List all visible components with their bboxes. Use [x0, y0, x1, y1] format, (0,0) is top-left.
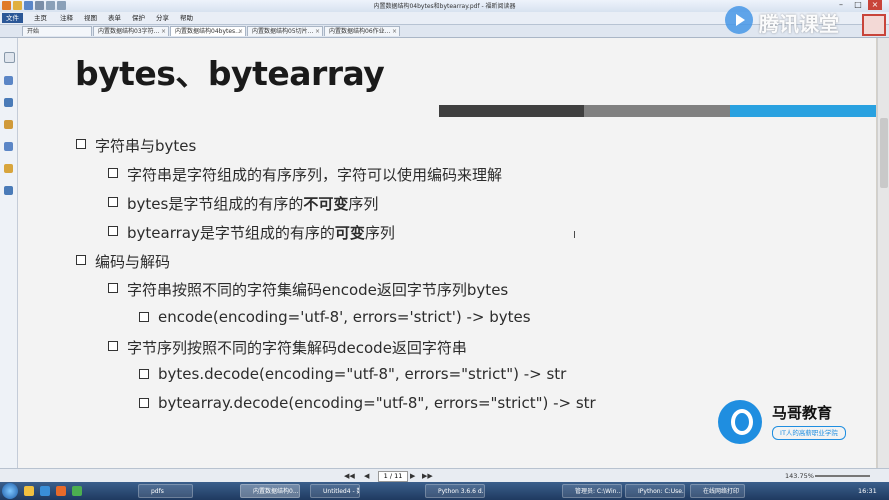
bullet-text: 字节序列按照不同的字符集解码decode返回字符串 [127, 339, 467, 357]
logo-name: 马哥教育 [772, 404, 833, 422]
taskbar-item[interactable]: 在线网络打印 [690, 484, 745, 498]
menu-file[interactable]: 文件 [2, 13, 23, 23]
text-cursor-icon: I [573, 230, 576, 241]
bullet-line: bytes.decode(encoding="utf-8", errors="s… [138, 365, 567, 383]
signature-icon[interactable] [4, 186, 13, 195]
title-bar-dark [439, 105, 584, 117]
attachment-icon[interactable] [4, 142, 13, 151]
bullet-text: 序列 [364, 224, 395, 242]
bullet-line: 字节序列按照不同的字符集解码decode返回字符串 [108, 337, 467, 358]
tab-label: 开始 [27, 28, 40, 35]
status-bar: ◀◀ ◀ 1 / 11 ▶ ▶▶ 143.75% [0, 468, 889, 483]
zoom-slider[interactable] [815, 475, 870, 477]
bullet-text: 序列 [348, 195, 379, 213]
title-bar-gray [584, 105, 730, 117]
bullet-text: bytes.decode(encoding="utf-8", errors="s… [158, 365, 567, 383]
page-thumbnail-icon[interactable] [4, 52, 15, 63]
menu-comment[interactable]: 注释 [56, 13, 77, 23]
tab-start[interactable]: 开始 [22, 26, 92, 36]
bullet-text: bytearray.decode(encoding="utf-8", error… [158, 394, 596, 412]
left-navigation-panel [0, 38, 18, 468]
bullet-line: 字符串是字符组成的有序序列，字符可以使用编码来理解 [107, 164, 503, 185]
zoom-level[interactable]: 143.75% [785, 472, 814, 480]
menu-help[interactable]: 帮助 [176, 13, 197, 23]
tab-doc-05[interactable]: 内置数据结构05切片... × [247, 26, 323, 36]
bullet-line: encode(encoding='utf-8', errors='strict'… [139, 308, 531, 326]
pdf-page: bytes、bytearray 字符串与bytes 字符串是字符组成的有序序列，… [18, 38, 876, 468]
bookmark-icon[interactable] [4, 76, 13, 85]
bullet-text: 字符串与bytes [95, 137, 197, 155]
last-page-icon[interactable]: ▶▶ [422, 472, 433, 480]
tab-label: 内置数据结构03字符... [98, 28, 160, 35]
taskbar-item[interactable]: 内置数据结构0... [240, 484, 300, 498]
tab-label: 内置数据结构04bytes... [175, 28, 241, 35]
browser-icon[interactable] [40, 486, 50, 496]
bullet-line: 字符串与bytes [75, 135, 197, 156]
close-icon[interactable]: × [868, 0, 882, 10]
play-icon [725, 6, 753, 34]
watermark-text: 腾讯课堂 [759, 12, 839, 36]
bullet-text: 字符串按照不同的字符集编码encode返回字节序列bytes [127, 281, 509, 299]
tab-doc-03[interactable]: 内置数据结构03字符... × [93, 26, 169, 36]
bullet-line: bytearray是字节组成的有序的可变序列 [108, 222, 395, 243]
security-icon[interactable] [4, 164, 13, 173]
logo-mark-icon [718, 400, 762, 444]
close-tab-icon[interactable]: × [161, 27, 166, 36]
close-tab-icon[interactable]: × [238, 27, 243, 36]
bullet-text: encode(encoding='utf-8', errors='strict'… [158, 308, 531, 326]
comments-icon[interactable] [4, 120, 13, 129]
title-bar-blue [730, 105, 876, 117]
start-button[interactable] [2, 483, 18, 499]
logo-slogan: IT人的高薪职业学院 [772, 426, 846, 440]
vertical-scrollbar[interactable] [877, 38, 889, 468]
chrome-icon[interactable] [72, 486, 82, 496]
close-tab-icon[interactable]: × [315, 27, 320, 36]
taskbar-item[interactable]: Python 3.6.6 d... [425, 484, 485, 498]
menu-share[interactable]: 分享 [152, 13, 173, 23]
emphasis-text: 可变 [334, 224, 365, 242]
page-number-input[interactable]: 1 / 11 [378, 471, 408, 482]
tab-doc-06[interactable]: 内置数据结构06作业... × [324, 26, 400, 36]
bullet-text: bytearray是字节组成的有序的 [127, 224, 335, 242]
bullet-line: 编码与解码 [75, 251, 171, 272]
emphasis-text: 不可变 [303, 195, 349, 213]
prev-page-icon[interactable]: ◀ [364, 472, 369, 480]
slide-title: bytes、bytearray [75, 54, 385, 93]
taskbar-item[interactable]: pdfs [138, 484, 193, 498]
close-tab-icon[interactable]: × [392, 27, 397, 36]
tab-doc-04[interactable]: 内置数据结构04bytes... × [170, 26, 246, 36]
tencent-classroom-watermark: 腾讯课堂 [725, 2, 865, 42]
first-page-icon[interactable]: ◀◀ [344, 472, 355, 480]
menu-protect[interactable]: 保护 [128, 13, 149, 23]
windows-taskbar: pdfs 内置数据结构0... Untitled4 - 数... Python … [0, 482, 889, 500]
scrollbar-thumb[interactable] [880, 118, 888, 188]
tab-label: 内置数据结构06作业... [329, 28, 391, 35]
bullet-text: bytes是字节组成的有序的 [127, 195, 304, 213]
bullet-text: 字符串是字符组成的有序序列，字符可以使用编码来理解 [127, 166, 503, 184]
menu-home[interactable]: 主页 [30, 13, 51, 23]
taskbar-item[interactable]: IPython: C:Use... [625, 484, 685, 498]
next-page-icon[interactable]: ▶ [410, 472, 415, 480]
layers-icon[interactable] [4, 98, 13, 107]
menu-view[interactable]: 视图 [80, 13, 101, 23]
bullet-line: bytearray.decode(encoding="utf-8", error… [139, 394, 596, 412]
bullet-line: bytes是字节组成的有序的不可变序列 [107, 193, 379, 214]
taskbar-item[interactable]: 管理员: C:\Win... [562, 484, 622, 498]
folder-icon[interactable] [24, 486, 34, 496]
menu-form[interactable]: 表单 [104, 13, 125, 23]
firefox-icon[interactable] [56, 486, 66, 496]
bullet-text: 编码与解码 [95, 253, 171, 271]
clock: 16:31 [858, 487, 877, 495]
taskbar-item[interactable]: Untitled4 - 数... [310, 484, 360, 498]
tab-label: 内置数据结构05切片... [252, 28, 314, 35]
record-icon[interactable] [862, 14, 886, 36]
bullet-line: 字符串按照不同的字符集编码encode返回字节序列bytes [107, 279, 509, 300]
